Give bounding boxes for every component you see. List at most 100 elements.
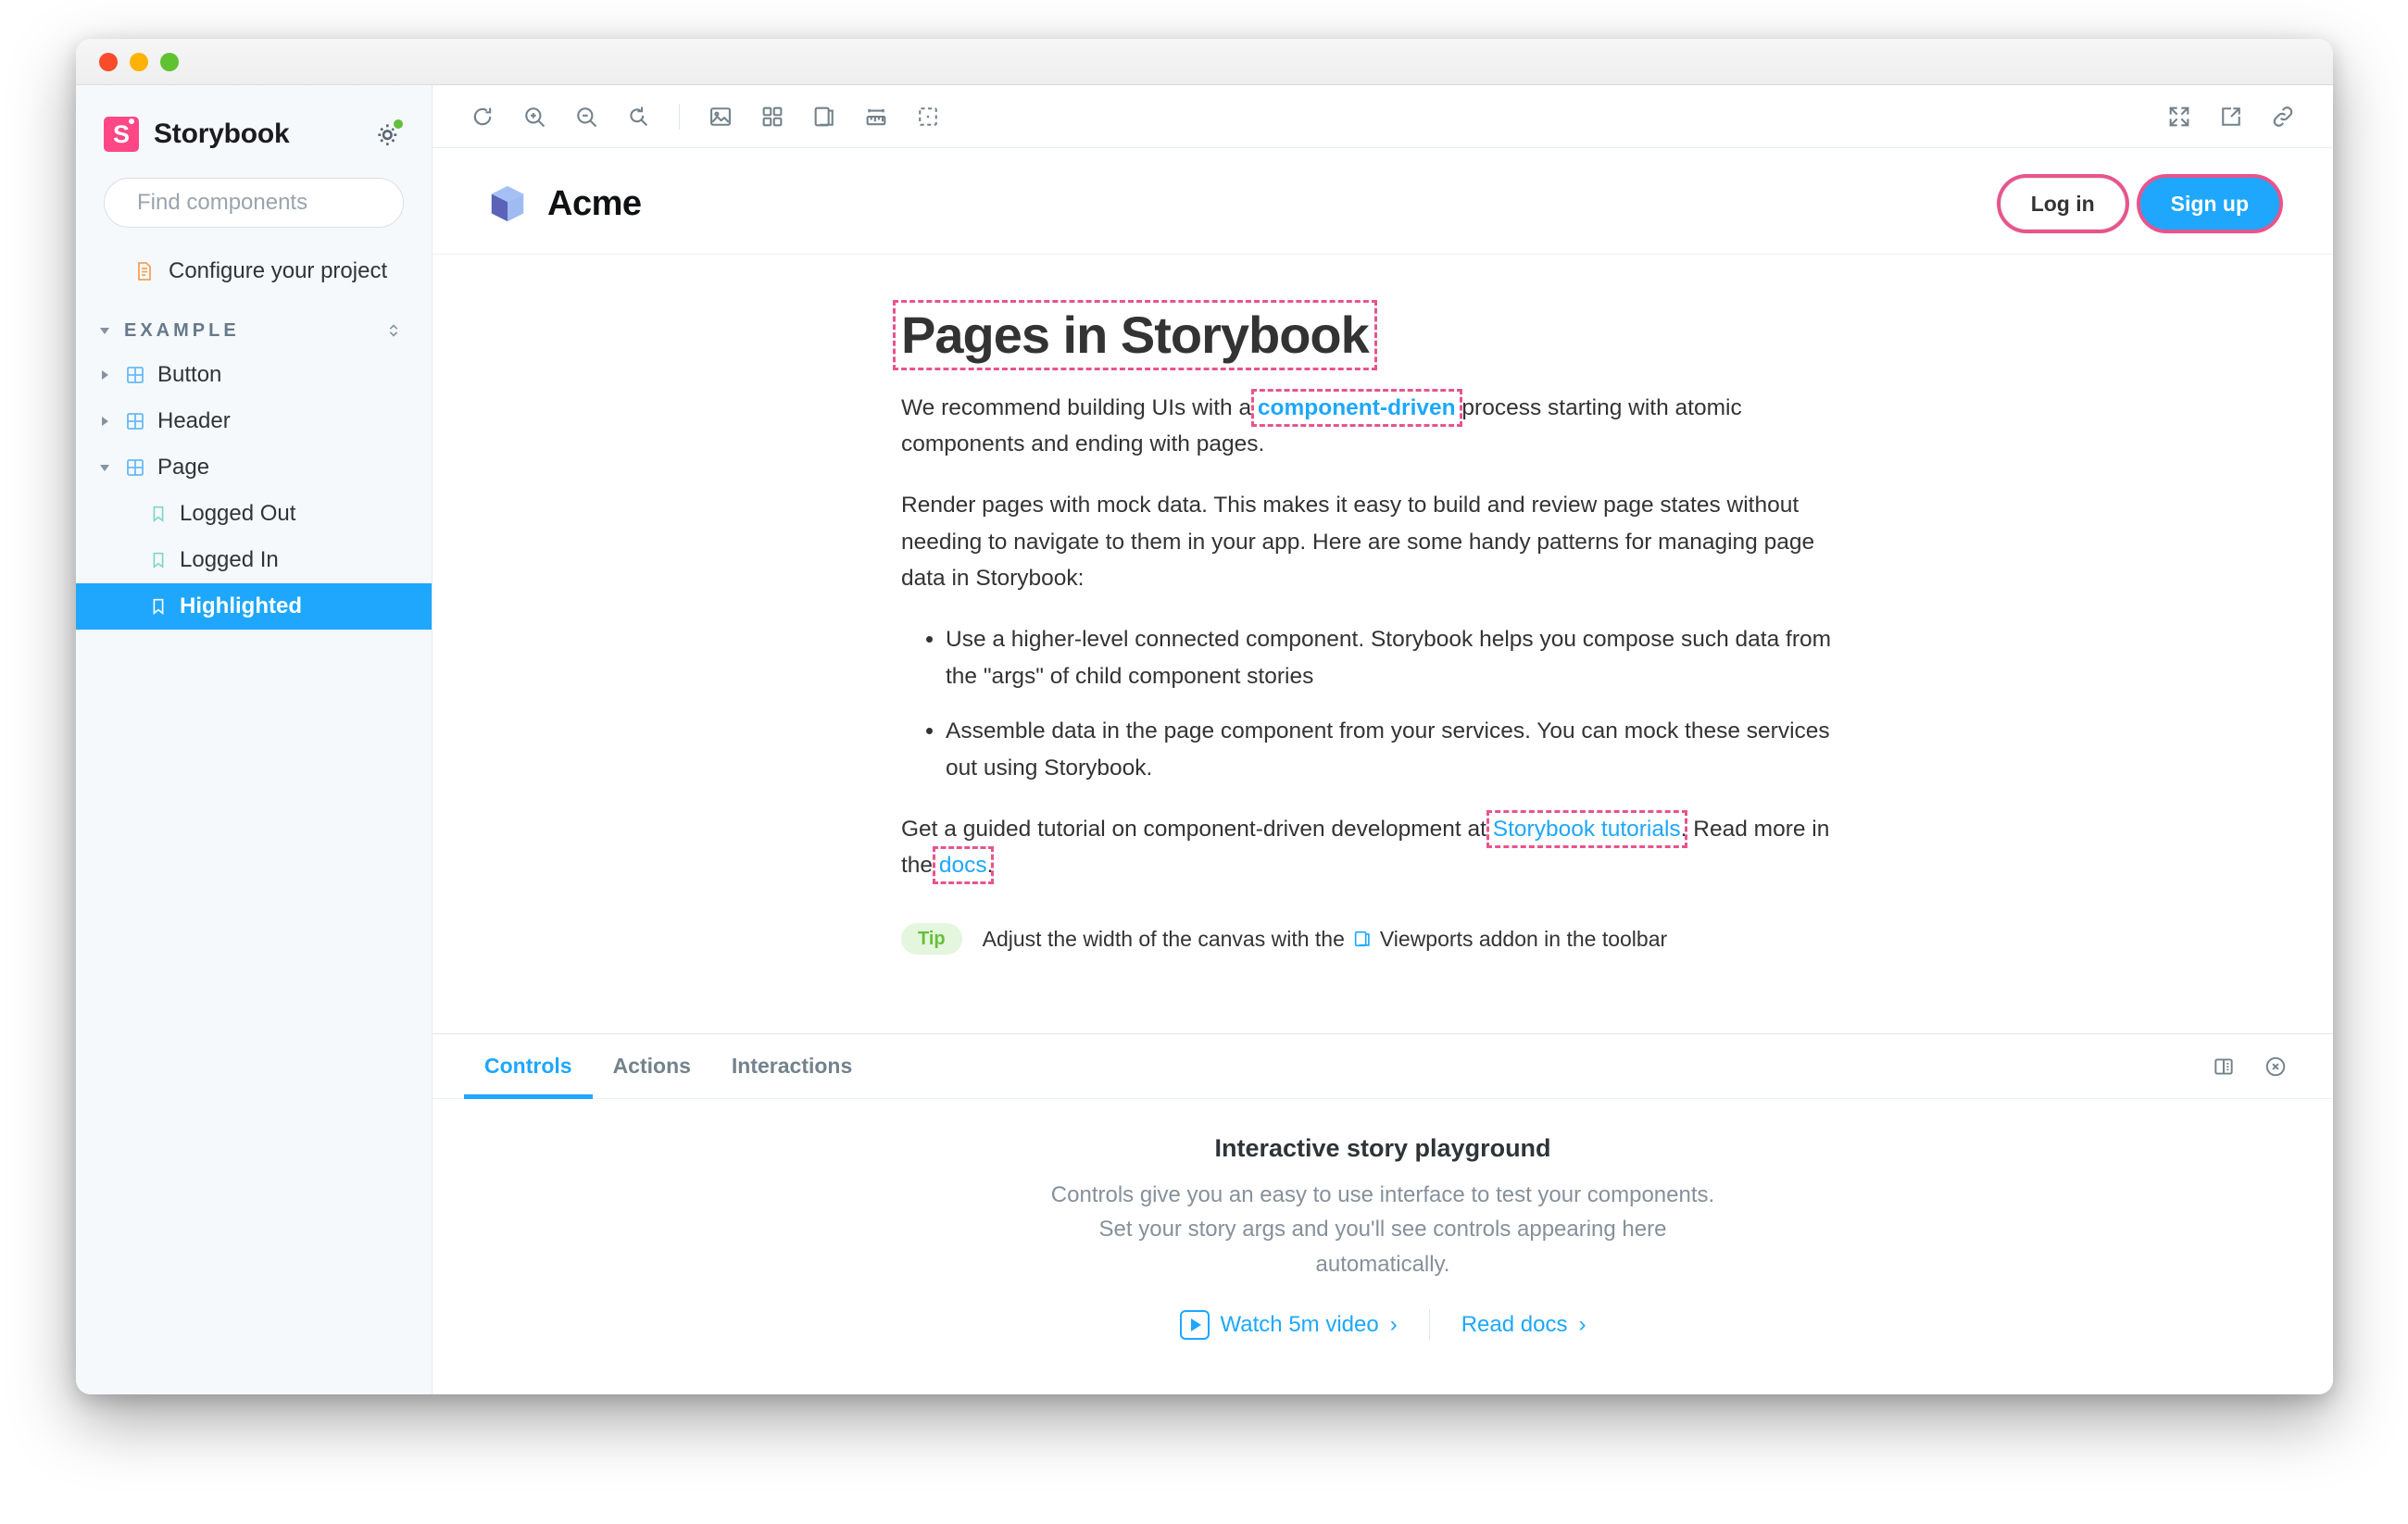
fullscreen-icon xyxy=(2166,104,2192,130)
component-driven-link[interactable]: component-driven xyxy=(1258,395,1456,420)
paragraph-3: Get a guided tutorial on component-drive… xyxy=(901,811,1837,884)
search-input[interactable] xyxy=(137,190,424,216)
backgrounds-icon xyxy=(708,104,734,130)
tip-text-before: Adjust the width of the canvas with the xyxy=(983,927,1345,952)
brand-block: Acme xyxy=(486,182,642,225)
cube-icon xyxy=(486,182,529,225)
caret-page-icon xyxy=(96,465,113,471)
sidebar-item-logged-in[interactable]: Logged In xyxy=(76,537,432,583)
outline-icon xyxy=(915,104,941,130)
sidebar-item-button[interactable]: Button xyxy=(76,352,432,398)
remount-button[interactable] xyxy=(457,94,508,140)
tree-label: Logged In xyxy=(180,547,279,573)
viewport-button[interactable] xyxy=(798,94,850,140)
story-icon xyxy=(148,596,169,617)
chevron-right-icon: › xyxy=(1578,1312,1586,1338)
component-icon xyxy=(124,364,146,386)
app-window: Storybook xyxy=(76,39,2333,1394)
measure-button[interactable] xyxy=(850,94,902,140)
search-box[interactable]: / xyxy=(104,178,404,228)
watch-video-link[interactable]: Watch 5m video › xyxy=(1180,1310,1398,1340)
grid-button[interactable] xyxy=(746,94,798,140)
paragraph-2: Render pages with mock data. This makes … xyxy=(901,487,1837,597)
section-caret-icon xyxy=(96,328,113,334)
tree-label: Highlighted xyxy=(180,593,302,619)
log-in-button[interactable]: Log in xyxy=(2000,178,2126,230)
component-icon xyxy=(124,456,146,479)
sidebar-section-example[interactable]: EXAMPLE xyxy=(76,309,432,352)
sidebar-item-configure[interactable]: Configure your project xyxy=(76,252,432,291)
sidebar-tree: Configure your project EXAMPLE xyxy=(76,228,432,630)
panel-position-button[interactable] xyxy=(2198,1043,2250,1090)
tip-callout: Tip Adjust the width of the canvas with … xyxy=(901,923,1864,955)
tree-label: Page xyxy=(157,455,209,481)
app-body: Storybook xyxy=(76,85,2333,1394)
p3-after: . xyxy=(987,853,994,878)
sidebar-item-highlighted[interactable]: Highlighted xyxy=(76,583,432,630)
empty-description: Controls give you an easy to use interfa… xyxy=(1040,1178,1725,1281)
preview-area: Acme Log in Sign up Pages in Storybook xyxy=(433,148,2333,1394)
tab-interactions[interactable]: Interactions xyxy=(711,1034,872,1099)
empty-title: Interactive story playground xyxy=(1214,1134,1550,1163)
story-icon xyxy=(148,550,169,570)
update-status-dot xyxy=(392,118,405,131)
sidebar: Storybook xyxy=(76,85,433,1394)
configure-label: Configure your project xyxy=(169,258,387,284)
fullscreen-button[interactable] xyxy=(2153,94,2205,140)
window-zoom-button[interactable] xyxy=(160,53,179,71)
caret-button-icon xyxy=(96,370,113,380)
measure-icon xyxy=(863,104,889,130)
tab-controls[interactable]: Controls xyxy=(464,1034,593,1099)
sidebar-title: Storybook xyxy=(154,119,290,150)
zoom-out-button[interactable] xyxy=(560,94,612,140)
grid-icon xyxy=(759,104,785,130)
tab-actions[interactable]: Actions xyxy=(593,1034,711,1099)
addon-panel: Controls Actions Interactions xyxy=(433,1033,2333,1394)
screenshot-root: Storybook xyxy=(0,0,2408,1524)
document-icon xyxy=(133,260,156,282)
zoom-reset-button[interactable] xyxy=(612,94,664,140)
tip-text-after: Viewports addon in the toolbar xyxy=(1380,927,1667,952)
open-new-tab-icon xyxy=(2218,104,2244,130)
search-container: / xyxy=(76,157,432,228)
close-panel-icon xyxy=(2264,1055,2288,1079)
close-panel-button[interactable] xyxy=(2250,1043,2301,1090)
sidebar-item-page[interactable]: Page xyxy=(76,444,432,491)
copy-link-icon xyxy=(2270,104,2296,130)
panel-tabs: Controls Actions Interactions xyxy=(433,1034,2333,1099)
watch-video-label: Watch 5m video xyxy=(1221,1312,1379,1338)
story-inner: Pages in Storybook We recommend building… xyxy=(901,305,1864,955)
storybook-tutorials-link[interactable]: Storybook tutorials xyxy=(1493,817,1681,842)
zoom-in-button[interactable] xyxy=(508,94,560,140)
patterns-list: Use a higher-level connected component. … xyxy=(901,621,1864,787)
chevron-updown-icon[interactable] xyxy=(383,320,404,341)
window-close-button[interactable] xyxy=(99,53,118,71)
window-minimize-button[interactable] xyxy=(130,53,148,71)
open-new-tab-button[interactable] xyxy=(2205,94,2257,140)
settings-button[interactable] xyxy=(372,119,404,150)
links-divider xyxy=(1429,1309,1430,1341)
chevron-right-icon: › xyxy=(1390,1312,1398,1338)
read-docs-link[interactable]: Read docs › xyxy=(1461,1312,1587,1338)
paragraph-1: We recommend building UIs with a compone… xyxy=(901,390,1837,463)
sign-up-button[interactable]: Sign up xyxy=(2140,178,2279,230)
story-content: Pages in Storybook We recommend building… xyxy=(433,255,2333,955)
tip-badge: Tip xyxy=(901,923,962,955)
panel-empty-state: Interactive story playground Controls gi… xyxy=(433,1099,2333,1394)
story-app-header: Acme Log in Sign up xyxy=(433,148,2333,255)
section-label: EXAMPLE xyxy=(124,320,240,342)
sidebar-item-header[interactable]: Header xyxy=(76,398,432,444)
docs-link[interactable]: docs xyxy=(939,853,987,878)
backgrounds-button[interactable] xyxy=(695,94,746,140)
zoom-reset-icon xyxy=(625,104,651,130)
auth-buttons: Log in Sign up xyxy=(2000,178,2279,230)
copy-link-button[interactable] xyxy=(2257,94,2309,140)
outline-button[interactable] xyxy=(902,94,954,140)
list-item: Use a higher-level connected component. … xyxy=(946,621,1864,694)
caret-header-icon xyxy=(96,417,113,426)
zoom-in-icon xyxy=(521,104,547,130)
story-icon xyxy=(148,504,169,524)
zoom-out-icon xyxy=(573,104,599,130)
panel-position-icon xyxy=(2212,1055,2236,1079)
sidebar-item-logged-out[interactable]: Logged Out xyxy=(76,491,432,537)
